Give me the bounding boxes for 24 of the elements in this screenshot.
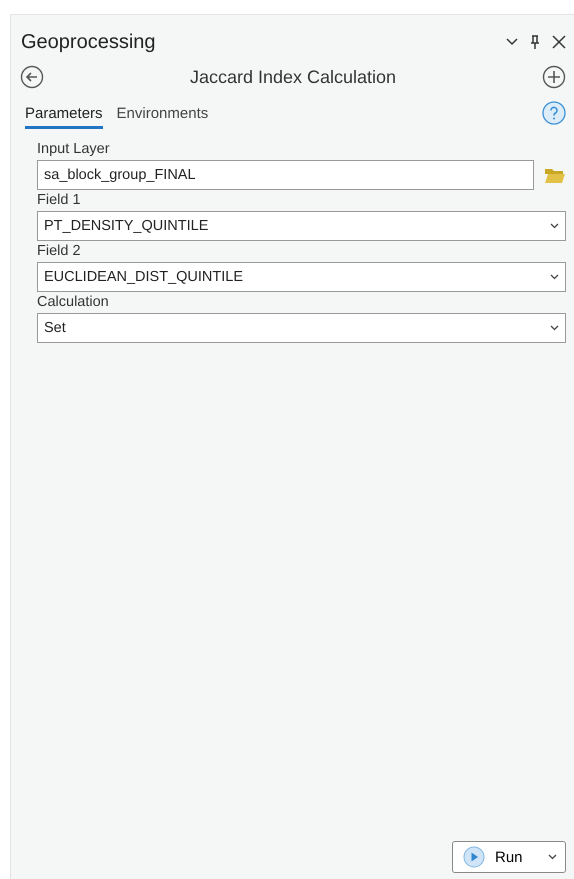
parameter-label: Field 1 <box>37 192 82 208</box>
play-icon <box>463 846 485 868</box>
chevron-down-icon <box>550 325 559 331</box>
chevron-down-icon <box>548 854 557 860</box>
chevron-down-icon <box>550 274 559 280</box>
pin-icon[interactable] <box>530 35 540 49</box>
parameter-label: Field 2 <box>37 243 82 259</box>
add-icon[interactable] <box>542 65 566 89</box>
dropdown-field[interactable]: PT_DENSITY_QUINTILE <box>37 211 566 241</box>
dropdown-field[interactable]: Set <box>37 313 566 343</box>
input-field[interactable]: sa_block_group_FINAL <box>37 160 534 190</box>
chevron-down-icon[interactable] <box>506 38 518 46</box>
dropdown-field[interactable]: EUCLIDEAN_DIST_QUINTILE <box>37 262 566 292</box>
close-icon[interactable] <box>552 35 566 49</box>
parameter-label: Calculation <box>37 294 110 310</box>
pane-title: Geoprocessing <box>21 30 156 54</box>
tool-title: Jaccard Index Calculation <box>190 66 396 88</box>
parameter-label: Input Layer <box>37 141 111 157</box>
tab[interactable]: Parameters <box>25 105 103 129</box>
tab[interactable]: Environments <box>116 105 208 129</box>
help-icon[interactable] <box>542 101 566 125</box>
back-icon[interactable] <box>20 65 44 89</box>
chevron-down-icon <box>550 223 559 229</box>
run-button[interactable]: Run <box>452 841 566 873</box>
